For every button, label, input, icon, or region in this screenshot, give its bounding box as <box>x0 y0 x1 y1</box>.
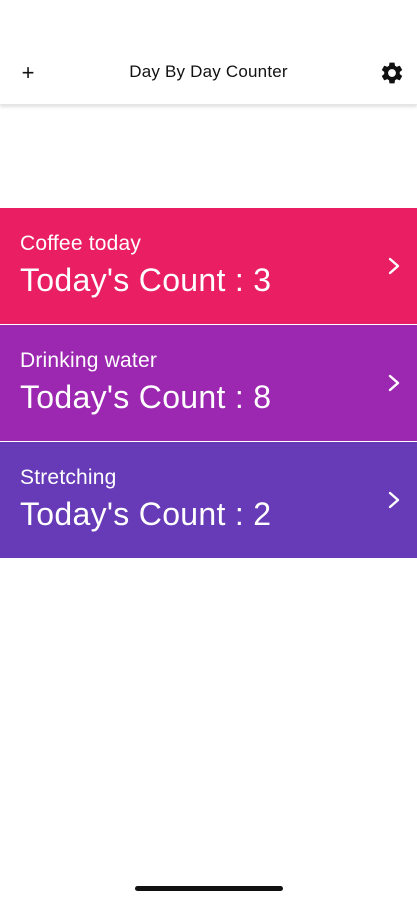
counter-count: Today's Count : 3 <box>20 262 272 298</box>
chevron-right-icon <box>388 491 400 509</box>
counter-name: Drinking water <box>20 349 158 372</box>
counter-name: Stretching <box>20 466 117 489</box>
navigation-bar: + Day By Day Counter <box>0 0 417 105</box>
chevron-right-icon <box>388 257 400 275</box>
counter-row-stretching[interactable]: Stretching Today's Count : 2 <box>0 442 417 558</box>
counter-count: Today's Count : 2 <box>20 496 272 532</box>
counter-count: Today's Count : 8 <box>20 379 272 415</box>
counter-list: Coffee today Today's Count : 3 Drinking … <box>0 208 417 558</box>
counter-row-drinking-water[interactable]: Drinking water Today's Count : 8 <box>0 325 417 441</box>
home-indicator[interactable] <box>135 886 283 891</box>
page-title: Day By Day Counter <box>129 62 288 81</box>
counter-name: Coffee today <box>20 232 142 255</box>
counter-row-coffee[interactable]: Coffee today Today's Count : 3 <box>0 208 417 324</box>
app-screen: + Day By Day Counter Coffee today Today'… <box>0 0 417 900</box>
gear-icon[interactable] <box>379 60 405 86</box>
chevron-right-icon <box>388 374 400 392</box>
